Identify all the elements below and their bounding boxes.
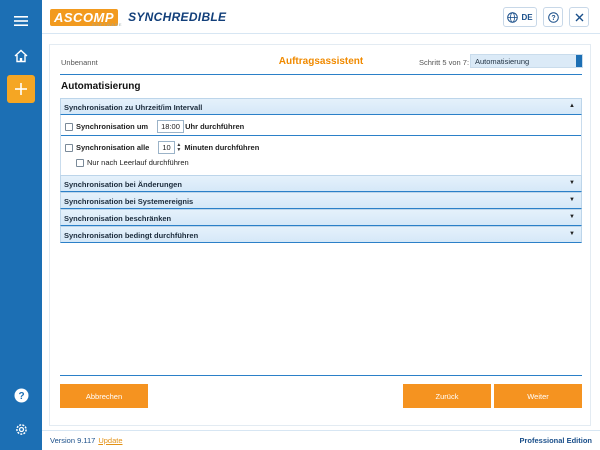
accordion-header-system-event[interactable]: Synchronisation bei Systemereignis ▼ — [60, 192, 582, 209]
wizard-panel: Unbenannt Auftragsassistent Schritt 5 vo… — [49, 44, 591, 426]
accordion-changes[interactable]: Synchronisation bei Änderungen ▼ — [60, 175, 582, 192]
step-dropdown-value: Automatisierung — [475, 57, 530, 66]
top-bar: ASCOMP SOFTWARE SYNCHREDIBLE DE ? — [42, 0, 600, 34]
sync-at-time-label: Synchronisation um — [76, 122, 149, 131]
sync-every-suffix: Minuten durchführen — [184, 143, 260, 152]
svg-text:?: ? — [18, 391, 24, 402]
sync-every-label: Synchronisation alle — [76, 143, 150, 152]
accordion-header-time-interval[interactable]: Synchronisation zu Uhrzeit/im Intervall … — [60, 98, 582, 115]
chevron-down-icon: ▼ — [569, 231, 575, 237]
accordion-restrict[interactable]: Synchronisation beschränken ▼ — [60, 209, 582, 226]
section-title: Automatisierung — [61, 81, 141, 92]
help-icon[interactable]: ? — [7, 381, 35, 409]
header-divider — [60, 74, 582, 75]
accordion-label: Synchronisation bedingt durchführen — [64, 231, 199, 240]
chevron-down-icon: ▼ — [569, 197, 575, 203]
sync-every-checkbox[interactable] — [65, 143, 73, 152]
language-label: DE — [521, 12, 533, 22]
accordion-label: Synchronisation beschränken — [64, 214, 172, 223]
home-icon[interactable] — [7, 42, 35, 70]
close-button[interactable] — [569, 7, 589, 27]
product-name: SYNCHREDIBLE — [128, 10, 227, 24]
version-label: Version 9.117 — [50, 436, 96, 445]
interval-stepper[interactable]: ▲ ▼ — [176, 142, 181, 153]
idle-row: Nur nach Leerlauf durchführen — [76, 158, 189, 167]
accordion-header-changes[interactable]: Synchronisation bei Änderungen ▼ — [60, 175, 582, 192]
step-label: Schritt 5 von 7: — [419, 58, 470, 67]
menu-icon[interactable] — [7, 7, 35, 35]
app-logo: ASCOMP SOFTWARE SYNCHREDIBLE — [50, 6, 226, 28]
update-link[interactable]: Update — [98, 436, 122, 445]
cancel-button[interactable]: Abbrechen — [60, 384, 148, 408]
add-job-button[interactable] — [7, 75, 35, 103]
accordion-system-event[interactable]: Synchronisation bei Systemereignis ▼ — [60, 192, 582, 209]
close-icon — [575, 13, 583, 21]
idle-checkbox[interactable] — [76, 158, 84, 167]
sync-at-time-suffix: Uhr durchführen — [185, 122, 245, 131]
sidebar: ? — [0, 0, 42, 450]
question-icon: ? — [547, 11, 559, 23]
accordion-label: Synchronisation bei Änderungen — [64, 180, 182, 189]
next-button[interactable]: Weiter — [494, 384, 582, 408]
row-divider — [61, 135, 581, 136]
time-input[interactable]: 18:00 — [157, 120, 185, 133]
sync-every-row: Synchronisation alle 10 ▲ ▼ Minuten durch… — [65, 141, 259, 154]
sync-at-time-row: Synchronisation um 18:00 Uhr durchführen — [65, 120, 244, 133]
accordion-time-interval: Synchronisation zu Uhrzeit/im Intervall … — [60, 98, 582, 175]
accordion-label: Synchronisation bei Systemereignis — [64, 197, 194, 206]
chevron-up-icon: ▲ — [569, 103, 575, 109]
globe-icon — [507, 11, 519, 23]
arrow-down-icon[interactable]: ▼ — [176, 147, 181, 153]
language-button[interactable]: DE — [503, 7, 537, 27]
chevron-down-icon: ▼ — [569, 214, 575, 220]
edition-label: Professional Edition — [519, 436, 592, 445]
footer-divider — [60, 375, 582, 376]
chevron-down-icon: ▼ — [569, 180, 575, 186]
interval-input[interactable]: 10 — [158, 141, 176, 154]
svg-text:?: ? — [551, 15, 555, 22]
sync-at-time-checkbox[interactable] — [65, 122, 73, 131]
step-dropdown[interactable]: Automatisierung — [470, 54, 583, 68]
status-bar: Version 9.117 Update Professional Edition — [42, 430, 600, 450]
version-info: Version 9.117 Update — [50, 436, 123, 445]
back-button[interactable]: Zurück — [403, 384, 491, 408]
accordion-body: Synchronisation um 18:00 Uhr durchführen… — [60, 115, 582, 175]
accordion-conditional[interactable]: Synchronisation bedingt durchführen ▼ — [60, 226, 582, 243]
accordion-label: Synchronisation zu Uhrzeit/im Intervall — [64, 103, 203, 112]
logo-subtext: SOFTWARE — [92, 22, 123, 27]
help-button[interactable]: ? — [543, 7, 563, 27]
accordion-header-conditional[interactable]: Synchronisation bedingt durchführen ▼ — [60, 226, 582, 243]
idle-label: Nur nach Leerlauf durchführen — [87, 158, 189, 167]
accordion-header-restrict[interactable]: Synchronisation beschränken ▼ — [60, 209, 582, 226]
gear-icon[interactable] — [7, 415, 35, 443]
dropdown-caret-icon — [576, 55, 582, 67]
plus-icon — [15, 83, 27, 95]
